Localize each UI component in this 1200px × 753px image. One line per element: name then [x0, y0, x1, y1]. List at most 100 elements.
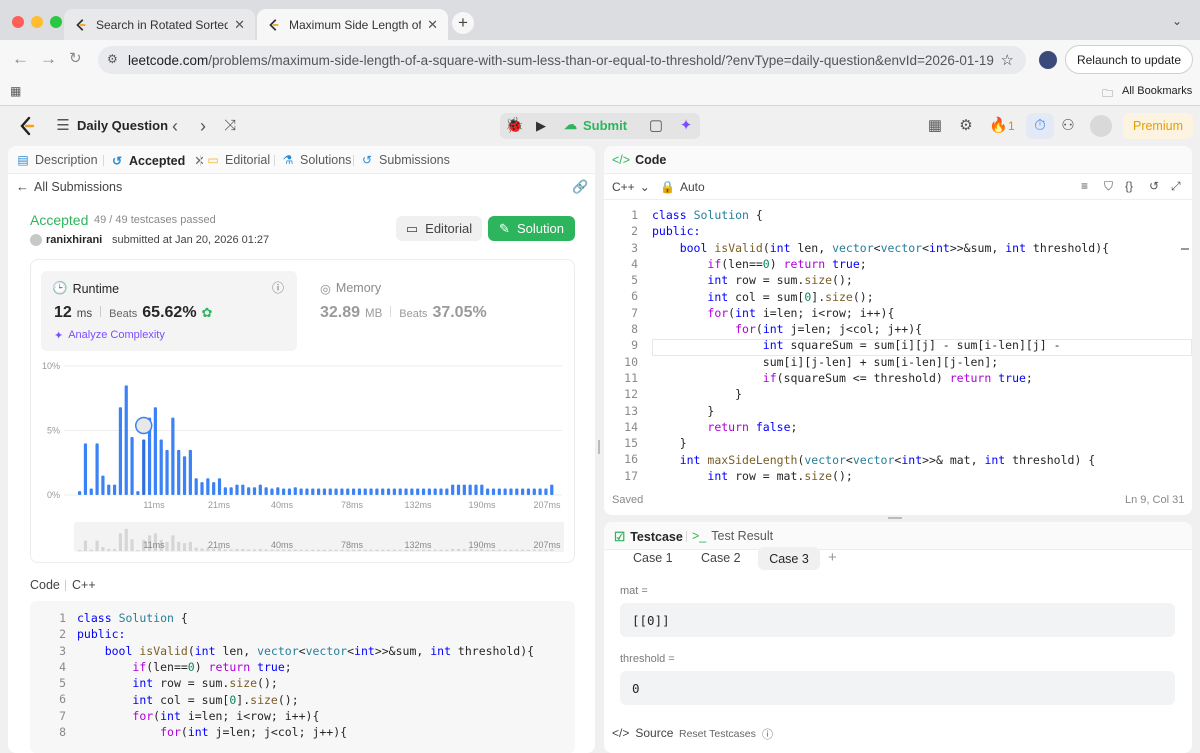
- threshold-input[interactable]: 0: [620, 671, 1175, 705]
- case-2-tab[interactable]: Case 2: [701, 551, 741, 565]
- case-1-tab[interactable]: Case 1: [633, 551, 673, 565]
- bookmark-star-icon[interactable]: ☆: [1001, 51, 1014, 69]
- close-tab-icon[interactable]: ✕: [234, 17, 245, 33]
- close-tab-icon[interactable]: ✕: [427, 17, 438, 33]
- maximize-window-button[interactable]: [50, 16, 62, 28]
- leetcode-logo-icon[interactable]: [18, 116, 36, 136]
- code-line: public:: [652, 224, 701, 239]
- url-bar[interactable]: ⚙ leetcode.com/problems/maximum-side-len…: [98, 46, 1026, 74]
- reset-testcases-button[interactable]: Reset Testcases: [679, 728, 756, 740]
- runtime-stats: 12 ms Beats 65.62% ✿: [54, 304, 212, 322]
- submit-button[interactable]: ☁ Submit: [564, 117, 627, 133]
- overview-bar: [136, 550, 140, 551]
- apps-grid-icon[interactable]: ▦: [10, 84, 21, 98]
- new-tab-button[interactable]: +: [452, 12, 474, 34]
- overview-x-tick-label: 78ms: [341, 540, 364, 550]
- forward-arrow-icon[interactable]: →: [40, 50, 57, 68]
- source-toggle[interactable]: </> Source: [612, 726, 673, 740]
- shuffle-icon[interactable]: ⤨: [221, 117, 239, 135]
- timer-icon[interactable]: ⏱: [1031, 117, 1049, 135]
- histogram-bar: [451, 484, 455, 495]
- daily-question-title[interactable]: Daily Question: [77, 118, 168, 133]
- tab-submissions[interactable]: ↺ Submissions: [360, 153, 450, 167]
- share-link-icon[interactable]: 🔗: [572, 179, 588, 195]
- editorial-button[interactable]: ▭ Editorial: [396, 216, 482, 241]
- info-icon[interactable]: ⓘ: [762, 726, 773, 742]
- tab-editorial[interactable]: ▭ Editorial: [206, 153, 270, 167]
- bookmark-icon[interactable]: ⛉: [1104, 179, 1113, 194]
- profile-avatar[interactable]: [1039, 51, 1057, 69]
- next-question-icon[interactable]: ›: [194, 117, 212, 135]
- browser-tab-1[interactable]: Search in Rotated Sorted Arra ✕: [64, 9, 255, 40]
- format-icon[interactable]: ≡: [1081, 179, 1088, 193]
- histogram-bar: [153, 407, 157, 495]
- all-submissions-link[interactable]: All Submissions: [34, 180, 122, 194]
- code-line: bool isValid(int len, vector<vector<int>…: [679, 240, 1110, 255]
- histogram-bar: [252, 487, 257, 495]
- reset-icon[interactable]: ↺: [1149, 179, 1159, 193]
- problem-list-icon[interactable]: ☰: [54, 117, 72, 135]
- editorial-label: Editorial: [425, 221, 473, 236]
- x-tick-label: 11ms: [143, 500, 165, 510]
- flask-icon: ⚗: [282, 153, 294, 167]
- histogram-bar: [287, 488, 292, 495]
- mode-label: Auto: [679, 180, 705, 194]
- tab-testcase[interactable]: ☑ Testcase: [614, 529, 683, 545]
- overview-bar: [107, 548, 111, 551]
- site-settings-icon[interactable]: ⚙: [107, 52, 118, 66]
- notes-icon[interactable]: ▢: [647, 117, 665, 135]
- tab-search-chevron-icon[interactable]: ⌄: [1172, 14, 1182, 28]
- memory-value: 32.89: [320, 304, 361, 321]
- premium-button[interactable]: Premium: [1123, 113, 1193, 139]
- memory-header[interactable]: ◎ Memory: [320, 281, 381, 296]
- back-arrow-icon[interactable]: ←: [12, 50, 29, 68]
- histogram-bar: [427, 488, 431, 495]
- histogram-bar: [136, 491, 140, 495]
- tab-test-result[interactable]: >_ Test Result: [692, 529, 773, 543]
- braces-icon[interactable]: {}: [1125, 179, 1133, 193]
- browser-tab-2[interactable]: Maximum Side Length of a Sq ✕: [257, 9, 448, 40]
- case-3-tab[interactable]: Case 3: [758, 547, 820, 570]
- back-arrow-icon[interactable]: ←: [16, 179, 29, 194]
- run-button[interactable]: ▶: [532, 117, 550, 135]
- user-avatar[interactable]: [1090, 115, 1112, 137]
- vertical-resize-handle[interactable]: [598, 440, 600, 454]
- tab-description[interactable]: ▤ Description: [16, 153, 97, 167]
- chevron-down-icon: ⌄: [639, 180, 650, 194]
- overview-bar: [451, 548, 455, 551]
- runtime-distribution-chart[interactable]: 10% 5% 0% 11ms 21ms 40ms 78ms 132ms 190ms 207ms 11…: [34, 358, 564, 558]
- auto-mode-toggle[interactable]: 🔒 Auto: [660, 180, 705, 194]
- horizontal-resize-handle[interactable]: [888, 517, 902, 519]
- tab-accepted[interactable]: ↺Accepted✕: [110, 153, 205, 169]
- prev-question-icon[interactable]: ‹: [166, 117, 184, 135]
- testcases-passed: 49 / 49 testcases passed: [94, 214, 216, 226]
- tab-code[interactable]: </> Code: [612, 153, 666, 167]
- minimize-window-button[interactable]: [31, 16, 43, 28]
- mat-input[interactable]: [[0]]: [620, 603, 1175, 637]
- overview-bar: [526, 549, 531, 551]
- submission-user[interactable]: ranixhirani: [46, 234, 102, 246]
- info-icon[interactable]: ⓘ: [272, 279, 284, 296]
- analyze-complexity-link[interactable]: ✦ Analyze Complexity: [54, 329, 165, 342]
- expand-icon[interactable]: ⤢: [1171, 179, 1181, 194]
- your-submission-marker: [134, 416, 153, 435]
- add-case-icon[interactable]: +: [828, 549, 837, 566]
- ai-sparkle-icon[interactable]: ✦: [677, 117, 695, 135]
- close-window-button[interactable]: [12, 16, 24, 28]
- overview-x-tick-label: 21ms: [208, 540, 231, 550]
- add-friend-icon[interactable]: ⚇: [1059, 117, 1077, 135]
- code-editor[interactable]: class Solution {public: bool isValid(int…: [652, 207, 1182, 484]
- layout-icon[interactable]: ▦: [926, 117, 944, 135]
- overview-bar: [258, 548, 262, 551]
- reload-icon[interactable]: ↻: [69, 50, 82, 68]
- histogram-bar: [264, 487, 268, 495]
- code-line: if(len==0) return true;: [132, 659, 292, 674]
- all-bookmarks-link[interactable]: All Bookmarks: [1122, 85, 1192, 97]
- settings-gear-icon[interactable]: ⚙: [957, 117, 975, 135]
- language-select[interactable]: C++ ⌄: [612, 180, 650, 194]
- relaunch-button[interactable]: Relaunch to update: [1065, 45, 1193, 74]
- tab-solutions[interactable]: ⚗ Solutions: [281, 153, 352, 167]
- streak-fire-icon[interactable]: 🔥: [989, 117, 1008, 135]
- debug-icon[interactable]: 🐞: [505, 117, 524, 135]
- solution-button[interactable]: ✎ Solution: [488, 216, 575, 241]
